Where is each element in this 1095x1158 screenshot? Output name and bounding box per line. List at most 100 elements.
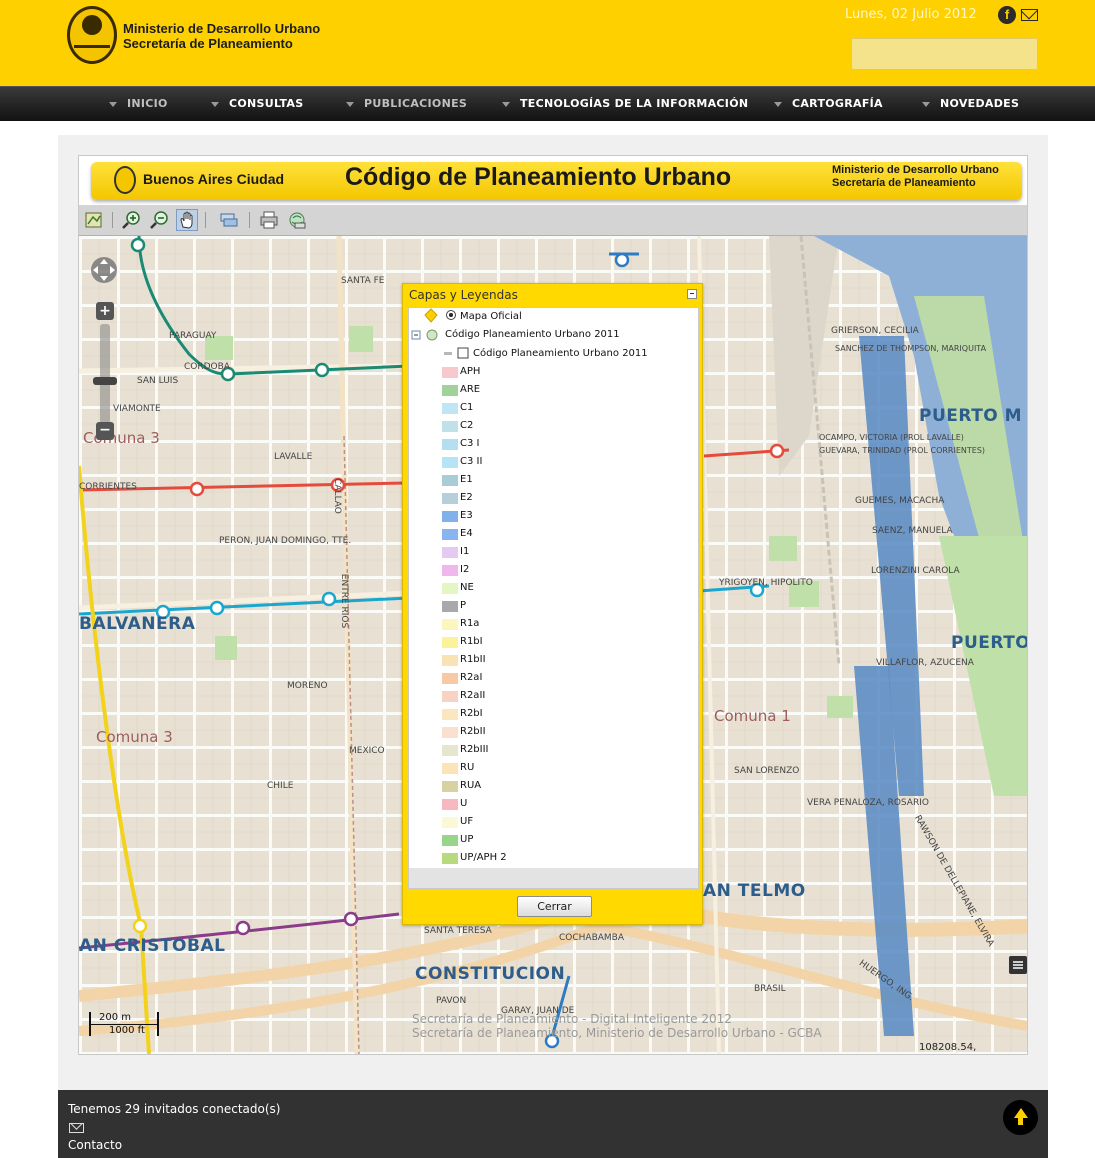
nav-item-label: INICIO [127, 97, 168, 110]
zoom-slider-handle[interactable] [93, 377, 117, 385]
collapse-icon[interactable] [687, 289, 697, 299]
legend-swatch [442, 367, 458, 378]
zoom-in-button[interactable]: + [96, 302, 114, 320]
legend-swatch [442, 799, 458, 810]
chevron-down-icon [211, 101, 219, 107]
banner-city: Buenos Aires Ciudad [143, 171, 285, 187]
folder-toggle-icon [411, 329, 438, 341]
street-label: YRIGOYEN, HIPOLITO [719, 578, 813, 588]
legend-swatch [442, 835, 458, 846]
banner-ministry-line2: Secretaría de Planeamiento [832, 177, 976, 189]
scale-meters: 200 m [99, 1012, 132, 1023]
mail-icon[interactable] [69, 1123, 84, 1133]
export-icon[interactable] [286, 209, 308, 231]
legend-swatch [442, 817, 458, 828]
legend-label: RU [460, 762, 475, 773]
legend-swatch [442, 403, 458, 414]
pan-hand-icon[interactable] [176, 209, 198, 231]
ministry-seal-logo[interactable] [67, 6, 117, 64]
nav-item-publicaciones[interactable]: PUBLICACIONES [346, 87, 467, 122]
barrio-label: AN CRISTOBAL [79, 936, 226, 956]
legend-swatch [442, 601, 458, 612]
legend-label: I2 [460, 564, 470, 575]
current-date: Lunes, 02 Julio 2012 [845, 7, 977, 22]
barrio-label: PUERTO [951, 633, 1027, 653]
secretariat-name: Secretaría de Planeamiento [123, 36, 293, 51]
barrio-label: BALVANERA [79, 614, 196, 634]
nav-item-inicio[interactable]: INICIO [109, 87, 168, 122]
legend-swatch [442, 457, 458, 468]
street-label: CHILE [267, 781, 294, 791]
nav-item-cartografia[interactable]: CARTOGRAFÍA [774, 87, 883, 122]
street-label: SAENZ, MANUELA [872, 526, 953, 536]
street-label: VILLAFLOR, AZUCENA [876, 658, 974, 668]
chevron-down-icon [346, 101, 354, 107]
layer-switcher-icon[interactable] [1009, 956, 1027, 974]
street-label: PAVON [436, 996, 467, 1006]
legend-label: C3 I [460, 438, 480, 449]
legend-label: P [460, 600, 467, 611]
legend-label: C3 II [460, 456, 483, 467]
legend-swatch [442, 583, 458, 594]
legend-label: E4 [460, 528, 473, 539]
zoom-in-icon[interactable] [121, 209, 143, 231]
legend-label: R2bII [460, 726, 486, 737]
facebook-icon[interactable]: f [998, 6, 1016, 24]
layers-icon[interactable] [218, 209, 240, 231]
street-label: CORRIENTES [79, 482, 137, 492]
nav-item-tecnologias[interactable]: TECNOLOGÍAS DE LA INFORMACIÓN [502, 87, 748, 122]
zoom-slider[interactable] [100, 324, 110, 424]
legend-label: R1bII [460, 654, 486, 665]
street-label: PERON, JUAN DOMINGO, TTE. [219, 536, 352, 546]
chevron-down-icon [502, 101, 510, 107]
seal-sun-icon [82, 15, 102, 35]
ministry-name: Ministerio de Desarrollo Urbano [123, 21, 321, 36]
legend-swatch [442, 655, 458, 666]
street-label: VIAMONTE [113, 404, 161, 414]
barrio-label: CONSTITUCION [415, 964, 566, 984]
banner-ministry-line1: Ministerio de Desarrollo Urbano [832, 164, 999, 176]
legend-swatch [442, 745, 458, 756]
city-seal-icon [114, 166, 136, 194]
street-label: BRASIL [754, 984, 786, 994]
nav-item-novedades[interactable]: NOVEDADES [922, 87, 1019, 122]
toolbar-divider [205, 212, 206, 228]
map-overview-icon[interactable] [83, 209, 105, 231]
legend-swatch [442, 673, 458, 684]
pan-control[interactable] [87, 250, 121, 290]
tree-label: Código Planeamiento Urbano 2011 [445, 329, 620, 340]
legend-label: U [460, 798, 468, 809]
street-label: GRIERSON, CECILIA [831, 326, 919, 336]
toolbar-divider [112, 212, 113, 228]
legend-swatch [442, 475, 458, 486]
banner-ministry: Ministerio de Desarrollo Urbano Secretar… [832, 164, 999, 190]
tree-scrollbar[interactable] [409, 868, 698, 888]
chevron-down-icon [922, 101, 930, 107]
legend-swatch [442, 619, 458, 630]
zoom-out-icon[interactable] [149, 209, 171, 231]
contact-link[interactable]: Contacto [68, 1138, 122, 1152]
street-label: PARAGUAY [169, 331, 217, 341]
back-to-top-button[interactable] [1003, 1100, 1038, 1135]
print-icon[interactable] [258, 209, 280, 231]
dialog-title: Capas y Leyendas [409, 288, 518, 302]
barrio-label: AN TELMO [703, 881, 806, 901]
legend-label: I1 [460, 546, 470, 557]
ministry-logo-text[interactable]: Ministerio de Desarrollo Urbano Secretar… [123, 21, 320, 51]
mail-icon[interactable] [1021, 9, 1038, 21]
site-header: Ministerio de Desarrollo Urbano Secretar… [0, 0, 1095, 86]
barrio-label: PUERTO M [919, 406, 1023, 426]
legend-swatch [442, 511, 458, 522]
nav-item-consultas[interactable]: CONSULTAS [211, 87, 303, 122]
legend-swatch [442, 709, 458, 720]
search-input[interactable] [851, 38, 1038, 70]
zoom-out-button[interactable]: − [96, 422, 114, 440]
street-label: SANCHEZ DE THOMPSON, MARIQUITA [835, 344, 987, 353]
legend-swatch [442, 439, 458, 450]
legend-label: R2aI [460, 672, 483, 683]
street-label: CORDOBA [184, 362, 230, 372]
street-label: SAN LUIS [137, 376, 179, 386]
nav-item-label: PUBLICACIONES [364, 97, 468, 110]
close-button[interactable]: Cerrar [517, 896, 592, 917]
street-label: SANTA FE [341, 276, 385, 286]
